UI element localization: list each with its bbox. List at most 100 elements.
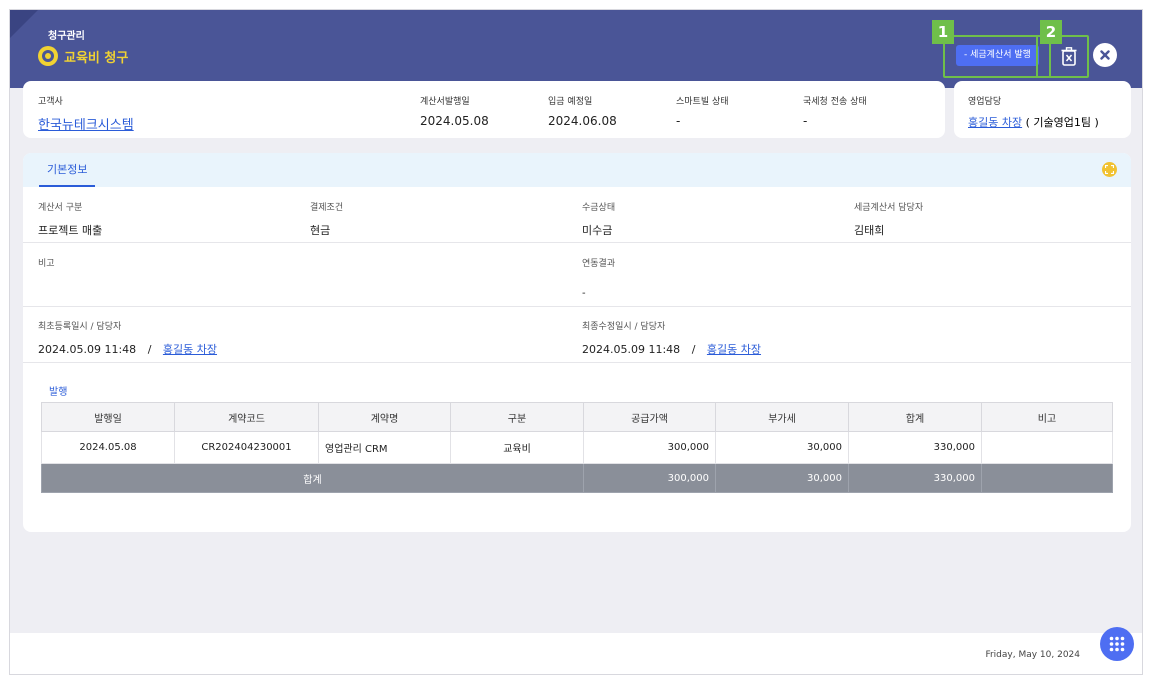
deposit-date-value: 2024.06.08 [548,114,617,128]
column-header: 구분 [450,402,584,432]
column-header: 비고 [981,402,1113,432]
sales-label: 영업담당 [968,97,1002,107]
footer-date: Friday, May 10, 2024 [985,650,1080,660]
app-menu-button[interactable] [1100,627,1134,661]
deposit-date-field: 입금 예정일 2024.06.08 [548,94,617,128]
collection-label: 수금상태 [582,203,616,213]
modified-value-wrap: 2024.05.09 11:48 / 홍길동 차장 [582,343,761,356]
cell-contract-name: 영업관리 CRM [318,431,451,464]
target-icon [38,46,58,66]
detail-card: 기본정보 계산서 구분 프로젝트 매출 결제조건 현금 수금상태 미수금 세금계… [23,153,1131,532]
manager-value: 김태희 [854,224,885,237]
payment-value: 현금 [310,224,331,237]
customer-link[interactable]: 한국뉴테크시스템 [38,114,134,133]
manager-field: 세금계산서 담당자 김태희 [854,200,923,238]
expand-icon [1105,165,1114,174]
modified-label: 최종수정일시 / 담당자 [582,322,666,332]
column-header: 발행일 [41,402,175,432]
tab-basic-info[interactable]: 기본정보 [39,153,96,187]
nts-field: 국세청 전송 상태 - [803,94,867,128]
payment-label: 결제조건 [310,203,344,213]
total-note [981,463,1113,493]
total-vat: 30,000 [715,463,849,493]
breadcrumb: 청구관리 [48,31,85,42]
collection-field: 수금상태 미수금 [582,200,615,238]
column-header: 계약명 [318,402,451,432]
tab-bar: 기본정보 [23,153,1131,187]
column-header: 공급가액 [583,402,716,432]
issue-date-value: 2024.05.08 [420,114,489,128]
page-title-wrap: 교육비 청구 [38,46,128,66]
column-header: 계약코드 [174,402,319,432]
payment-field: 결제조건 현금 [310,200,343,238]
sales-card: 영업담당 홍길동 차장 ( 기술영업1팀 ) [954,81,1131,138]
cell-category: 교육비 [450,431,584,464]
cell-issue-date: 2024.05.08 [41,431,175,464]
slash-separator: / [691,343,696,356]
total-supply: 300,000 [583,463,716,493]
created-at: 2024.05.09 11:48 [38,343,137,356]
created-value-wrap: 2024.05.09 11:48 / 홍길동 차장 [38,343,217,356]
table-total-row: 합계 300,000 30,000 330,000 [41,463,1113,493]
smartbill-field: 스마트빌 상태 - [676,94,729,128]
cell-total: 330,000 [848,431,982,464]
row-divider [23,242,1131,243]
column-header: 부가세 [715,402,849,432]
modified-field: 최종수정일시 / 담당자 2024.05.09 11:48 / 홍길동 차장 [582,319,761,357]
deposit-date-label: 입금 예정일 [548,97,593,107]
sales-field: 영업담당 홍길동 차장 ( 기술영업1팀 ) [968,94,1099,130]
sales-value-wrap: 홍길동 차장 ( 기술영업1팀 ) [968,114,1099,130]
grid-icon [1109,636,1125,652]
created-by-link[interactable]: 홍길동 차장 [163,343,217,356]
page-title: 교육비 청구 [64,50,129,66]
close-button[interactable] [1093,43,1117,67]
cell-supply: 300,000 [583,431,716,464]
invoice-type-label: 계산서 구분 [38,203,83,213]
created-field: 최초등록일시 / 담당자 2024.05.09 11:48 / 홍길동 차장 [38,319,217,357]
cell-note [981,431,1113,464]
smartbill-value: - [676,114,681,128]
link-result-label: 연동결과 [582,259,616,269]
nts-value: - [803,114,808,128]
callout-box-1 [943,35,1051,78]
link-result-field: 연동결과 - [582,256,615,300]
modified-at: 2024.05.09 11:48 [582,343,681,356]
sales-team: ( 기술영업1팀 ) [1025,116,1099,129]
note-field: 비고 [38,256,55,275]
customer-field: 고객사 한국뉴테크시스템 [38,94,134,133]
collection-value: 미수금 [582,224,613,237]
expand-button[interactable] [1102,162,1117,177]
total-sum: 330,000 [848,463,982,493]
cell-contract-code: CR202404230001 [174,431,319,464]
footer: Friday, May 10, 2024 [10,633,1142,674]
total-label: 합계 [41,463,584,493]
app-window: 청구관리 교육비 청구 - 세금계산서 발행 1 2 고객사 한국뉴테크시스템 … [9,9,1143,675]
close-icon [1100,50,1110,60]
manager-label: 세금계산서 담당자 [854,203,924,213]
nts-label: 국세청 전송 상태 [803,97,867,107]
row-divider [23,362,1131,363]
slash-separator: / [147,343,152,356]
created-label: 최초등록일시 / 담당자 [38,322,122,332]
row-divider [23,306,1131,307]
invoice-type-value: 프로젝트 매출 [38,224,103,237]
table-row[interactable]: 2024.05.08 CR202404230001 영업관리 CRM 교육비 3… [41,431,1113,464]
callout-badge-1: 1 [932,20,954,44]
page-header: 청구관리 교육비 청구 - 세금계산서 발행 1 2 [10,10,1142,88]
link-result-value: - [582,288,586,299]
sales-person-link[interactable]: 홍길동 차장 [968,116,1022,129]
issue-date-label: 계산서발행일 [420,97,470,107]
smartbill-label: 스마트빌 상태 [676,97,729,107]
note-label: 비고 [38,259,55,269]
customer-label: 고객사 [38,97,63,107]
issue-date-field: 계산서발행일 2024.05.08 [420,94,489,128]
callout-badge-2: 2 [1040,20,1062,44]
issue-table: 발행일 계약코드 계약명 구분 공급가액 부가세 합계 비고 2024.05.0… [41,402,1113,493]
summary-card: 고객사 한국뉴테크시스템 계산서발행일 2024.05.08 입금 예정일 20… [23,81,945,138]
modified-by-link[interactable]: 홍길동 차장 [707,343,761,356]
column-header: 합계 [848,402,982,432]
cell-vat: 30,000 [715,431,849,464]
table-header-row: 발행일 계약코드 계약명 구분 공급가액 부가세 합계 비고 [41,402,1113,432]
header-corner-accent [10,10,38,38]
issue-section-title: 발행 [49,387,68,398]
